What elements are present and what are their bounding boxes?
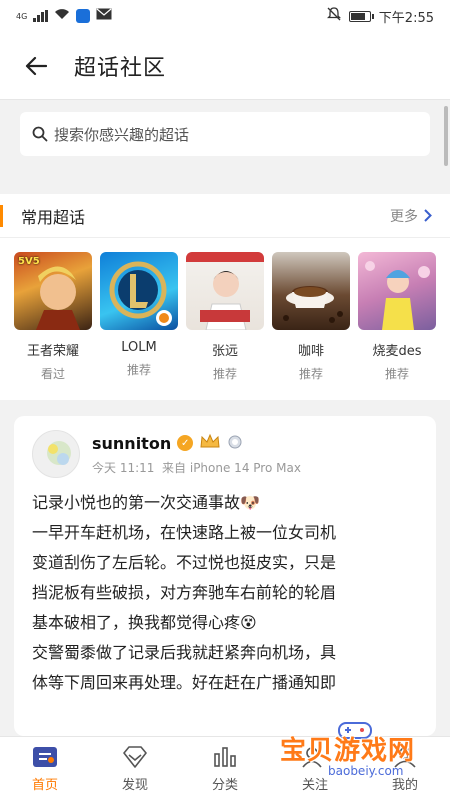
topic-tile-lolm[interactable]: LOLM 推荐 bbox=[100, 252, 178, 382]
tab-label: 首页 bbox=[31, 778, 58, 793]
battery-icon bbox=[348, 10, 374, 22]
tab-label: 关注 bbox=[301, 778, 328, 793]
common-topics-section: 常用超话 更多 5V5 王者荣耀 看过 LOLM 推荐 张远 推荐 咖啡 推荐 … bbox=[0, 194, 450, 400]
post-source: 来自 iPhone 14 Pro Max bbox=[162, 461, 301, 475]
tab-label: 分类 bbox=[211, 778, 238, 793]
avatar[interactable] bbox=[32, 430, 80, 478]
common-topics-title: 常用超话 bbox=[21, 207, 86, 227]
topic-tile-shaomai[interactable]: 烧麦des 推荐 bbox=[358, 252, 436, 382]
topic-name: LOLM bbox=[121, 340, 157, 355]
post-line: 体等下周回来再处理。好在赶在广播通知即 bbox=[32, 673, 337, 692]
more-label: 更多 bbox=[390, 208, 418, 225]
clock: 下午2:55 bbox=[378, 10, 434, 26]
lolm-thumbnail bbox=[100, 252, 178, 330]
search-placeholder: 搜索你感兴趣的超话 bbox=[54, 125, 190, 144]
bottom-tab-bar: 首页 发现 分类 关注 我的 bbox=[0, 736, 450, 800]
topic-status: 推荐 bbox=[298, 367, 323, 381]
post-line: 基本破相了，换我都觉得心疼😵 bbox=[32, 613, 257, 632]
post-line: 记录小悦也的第一次交通事故🐶 bbox=[32, 493, 260, 512]
more-button[interactable]: 更多 bbox=[390, 206, 432, 226]
tab-home[interactable]: 首页 bbox=[0, 737, 90, 800]
post-body: 记录小悦也的第一次交通事故🐶 一早开车赶机场，在快速路上被一位女司机 变道刮伤了… bbox=[32, 488, 424, 698]
mute-icon bbox=[326, 7, 341, 25]
wangzhe-badge: 5V5 bbox=[18, 256, 40, 267]
post-line: 一早开车赶机场，在快速路上被一位女司机 bbox=[32, 523, 337, 542]
bars-icon bbox=[212, 744, 238, 770]
post-meta: 今天 11:11 来自 iPhone 14 Pro Max bbox=[92, 459, 301, 476]
post-line: 交警蜀黍做了记录后我就赶紧奔向机场，具 bbox=[32, 643, 337, 662]
topic-tile-coffee[interactable]: 咖啡 推荐 bbox=[272, 252, 350, 382]
post-line: 挡泥板有些破损，对方奔驰车右前轮的轮眉 bbox=[32, 583, 337, 602]
topic-status: 推荐 bbox=[126, 363, 151, 377]
username[interactable]: sunniton bbox=[92, 434, 171, 453]
topic-tile-zhangyuan[interactable]: 张远 推荐 bbox=[186, 252, 264, 382]
zhangyuan-thumbnail bbox=[186, 252, 264, 330]
signal-icon bbox=[33, 10, 49, 22]
back-button[interactable] bbox=[22, 52, 50, 80]
tab-label: 发现 bbox=[121, 778, 148, 793]
top-bar: 超话社区 bbox=[0, 32, 450, 100]
scrollbar[interactable] bbox=[444, 106, 448, 166]
topic-status: 看过 bbox=[40, 367, 65, 381]
post-line: 变道刮伤了左后轮。不过悦也挺皮实，只是 bbox=[32, 553, 337, 572]
page-title: 超话社区 bbox=[74, 55, 167, 81]
topic-name: 咖啡 bbox=[297, 344, 324, 359]
diamond-icon bbox=[122, 744, 148, 770]
network-type: 4G bbox=[16, 11, 28, 21]
topic-tile-wangzhe[interactable]: 5V5 王者荣耀 看过 bbox=[14, 252, 92, 382]
status-bar: 4G 下午2:55 bbox=[0, 0, 450, 32]
coffee-thumbnail bbox=[272, 252, 350, 330]
home-icon bbox=[32, 744, 58, 770]
people-icon bbox=[302, 744, 328, 770]
common-topics-header: 常用超话 更多 bbox=[0, 194, 450, 238]
wangzhe-thumbnail: 5V5 bbox=[14, 252, 92, 330]
shaomai-thumbnail bbox=[358, 252, 436, 330]
post-card[interactable]: sunniton ✓ 今天 11:11 来自 iPhone 14 Pro Max… bbox=[14, 416, 436, 736]
section-accent-bar bbox=[0, 204, 3, 227]
topic-status: 推荐 bbox=[212, 367, 237, 381]
topic-status: 推荐 bbox=[384, 367, 409, 381]
search-section: 搜索你感兴趣的超话 bbox=[0, 101, 450, 189]
topic-name: 烧麦des bbox=[372, 344, 422, 359]
search-input[interactable]: 搜索你感兴趣的超话 bbox=[20, 112, 430, 156]
tab-discover[interactable]: 发现 bbox=[90, 737, 180, 800]
verified-badge-icon: ✓ bbox=[177, 435, 194, 451]
post-time: 今天 11:11 bbox=[92, 461, 155, 475]
chevron-right-icon bbox=[424, 209, 432, 222]
medal-badge-icon bbox=[227, 433, 243, 453]
shield-app-icon bbox=[76, 9, 91, 23]
wifi-icon bbox=[54, 8, 70, 24]
tab-category[interactable]: 分类 bbox=[180, 737, 270, 800]
back-arrow-icon bbox=[25, 56, 47, 75]
tab-follow[interactable]: 关注 bbox=[270, 737, 360, 800]
tab-me[interactable]: 我的 bbox=[360, 737, 450, 800]
topic-name: 王者荣耀 bbox=[26, 344, 79, 359]
crown-badge-icon bbox=[199, 433, 221, 453]
post-author: sunniton ✓ 今天 11:11 来自 iPhone 14 Pro Max bbox=[32, 430, 301, 478]
tab-label: 我的 bbox=[391, 778, 418, 793]
person-icon bbox=[392, 744, 418, 770]
mail-icon bbox=[96, 8, 112, 24]
search-icon bbox=[32, 126, 48, 142]
topic-name: 张远 bbox=[211, 344, 238, 359]
